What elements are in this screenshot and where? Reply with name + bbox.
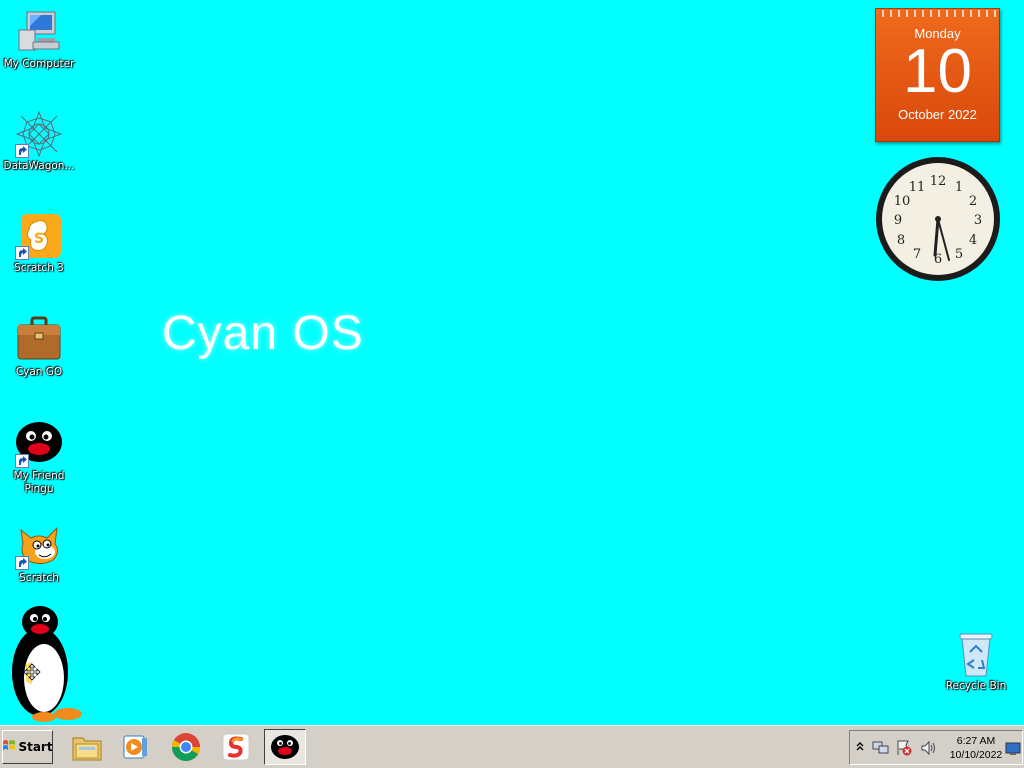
brand-watermark: Cyan OS xyxy=(162,307,364,360)
svg-text:9: 9 xyxy=(894,213,902,228)
desktop-icon-label: Recycle Bin xyxy=(945,680,1007,692)
windows-logo-icon xyxy=(2,739,16,756)
svg-text:4: 4 xyxy=(969,233,977,248)
show-desktop-icon[interactable] xyxy=(1005,741,1021,760)
calendar-gadget[interactable]: Monday 10 October 2022 xyxy=(875,8,1000,142)
volume-speaker-icon[interactable] xyxy=(920,740,938,760)
taskbar-chrome[interactable] xyxy=(165,729,207,765)
scratch-cat-icon xyxy=(15,522,63,570)
svg-text:11: 11 xyxy=(909,180,926,195)
chrome-icon xyxy=(172,733,200,761)
action-center-flag-icon[interactable] xyxy=(895,740,913,760)
svg-text:7: 7 xyxy=(913,247,921,262)
show-hidden-icons-chevron-icon[interactable] xyxy=(855,739,865,758)
shortcut-arrow-icon xyxy=(15,246,29,260)
clock-gadget[interactable]: 12 1 2 345 678 9 10 11 xyxy=(873,156,1003,286)
taskbar: Start 6:27 AM 10/10/2022 xyxy=(0,725,1024,768)
svg-text:1: 1 xyxy=(955,180,963,195)
desktop-icon-label: Scratch xyxy=(19,572,59,584)
taskbar-file-explorer[interactable] xyxy=(66,729,108,765)
svg-text:12: 12 xyxy=(930,174,947,189)
svg-text:8: 8 xyxy=(897,233,905,248)
recycle-bin-icon xyxy=(952,630,1000,678)
shortcut-arrow-icon xyxy=(15,144,29,158)
desktop-icon-label: My Computer xyxy=(3,58,75,70)
move-cursor-icon xyxy=(23,663,41,685)
svg-text:S: S xyxy=(34,231,44,247)
media-player-icon xyxy=(123,735,147,759)
svg-text:5: 5 xyxy=(955,247,963,262)
pingu-desktop-pet[interactable] xyxy=(10,604,84,724)
calendar-month-year: October 2022 xyxy=(898,107,977,122)
scratch3-icon: S xyxy=(15,212,63,260)
desktop-icon-label: Cyan GO xyxy=(15,366,63,378)
tray-date: 10/10/2022 xyxy=(949,749,1003,761)
desktop-icon-label: Scratch 3 xyxy=(14,262,64,274)
shortcut-arrow-icon xyxy=(15,454,29,468)
desktop-icon-my-computer[interactable]: My Computer xyxy=(0,8,78,71)
pingu-icon xyxy=(15,420,63,468)
system-tray: 6:27 AM 10/10/2022 xyxy=(849,730,1023,765)
desktop-icon-my-friend-pingu[interactable]: My Friend Pingu xyxy=(0,420,78,496)
computer-icon xyxy=(15,8,63,56)
network-icon[interactable] xyxy=(872,740,890,760)
svg-text:10: 10 xyxy=(894,194,911,209)
taskbar-media-player[interactable] xyxy=(114,729,156,765)
desktop-icon-datawagon[interactable]: DataWagon... xyxy=(0,110,78,173)
desktop-icon-scratch[interactable]: Scratch xyxy=(0,522,78,585)
start-label: Start xyxy=(18,740,53,754)
desktop-icon-cyan-go[interactable]: Cyan GO xyxy=(0,316,78,379)
file-explorer-icon xyxy=(72,737,102,761)
tray-time: 6:27 AM xyxy=(956,735,996,747)
taskbar-pingu-app[interactable] xyxy=(264,729,306,765)
desktop-icon-recycle-bin[interactable]: Recycle Bin xyxy=(936,630,1016,693)
desktop-icon-label: DataWagon... xyxy=(3,160,75,172)
svg-text:3: 3 xyxy=(974,213,982,228)
datawagon-icon xyxy=(15,110,63,158)
tray-clock[interactable]: 6:27 AM 10/10/2022 xyxy=(944,734,1008,762)
desktop: My Computer DataWagon... S Scratch 3 Cya… xyxy=(0,0,1024,725)
desktop-icon-label: My Friend Pingu xyxy=(13,470,65,495)
start-button[interactable]: Start xyxy=(2,730,53,764)
sketch-app-icon xyxy=(222,733,250,761)
pingu-app-icon xyxy=(271,735,299,759)
briefcase-icon xyxy=(15,316,63,364)
calendar-day-number: 10 xyxy=(903,37,972,106)
shortcut-arrow-icon xyxy=(15,556,29,570)
taskbar-sketch-app[interactable] xyxy=(215,729,257,765)
desktop-icon-scratch-3[interactable]: S Scratch 3 xyxy=(0,212,78,275)
svg-text:2: 2 xyxy=(969,194,977,209)
calendar-rings xyxy=(880,5,996,17)
